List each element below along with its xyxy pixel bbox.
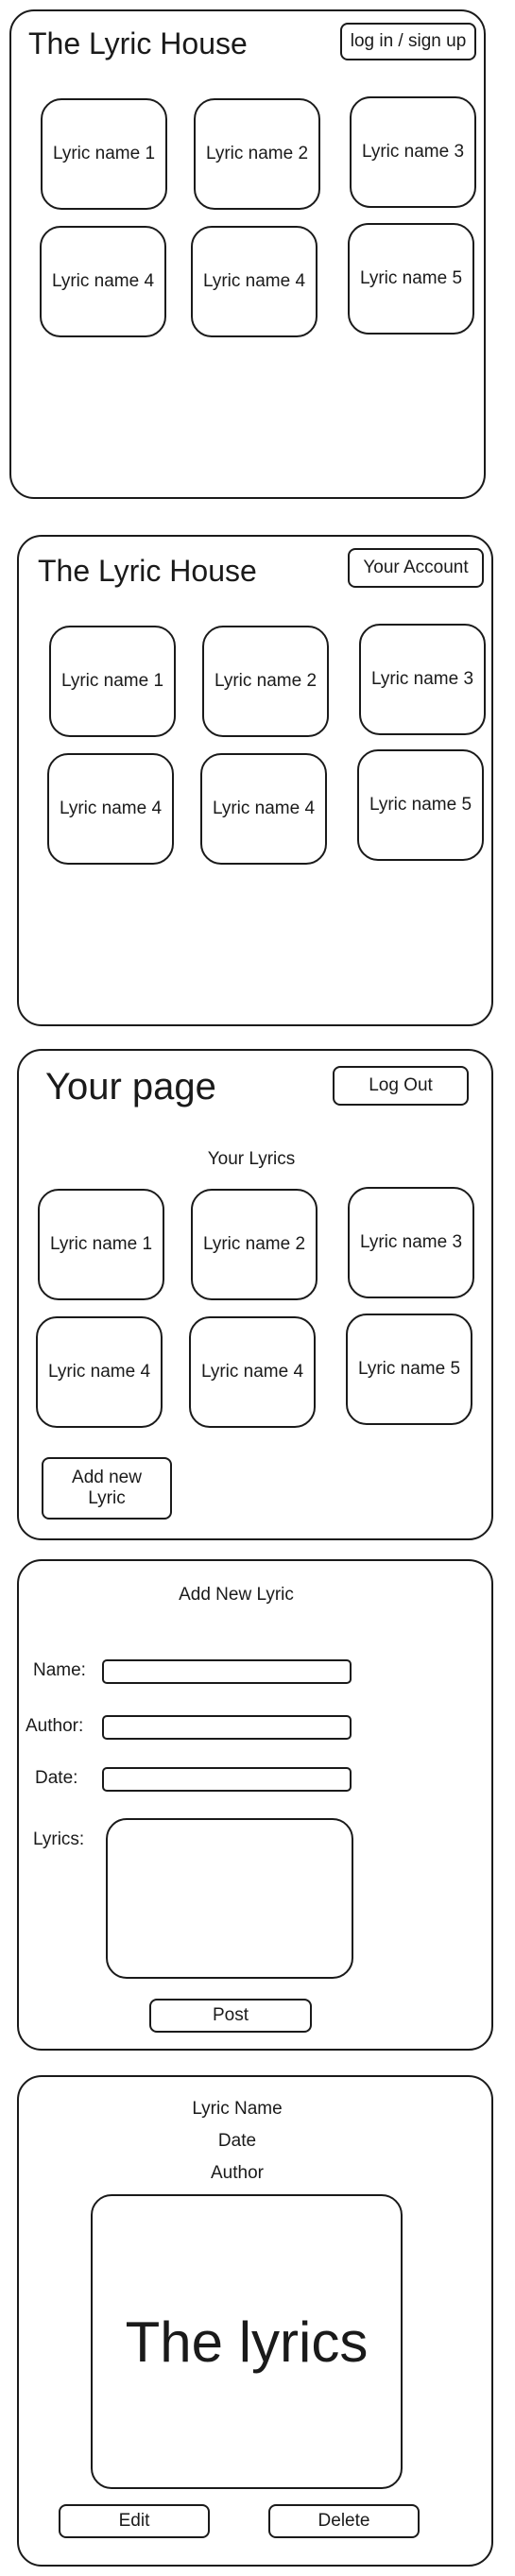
post-button[interactable]: Post xyxy=(149,1999,312,2033)
logout-button[interactable]: Log Out xyxy=(333,1066,469,1106)
date-label: Date: xyxy=(35,1768,78,1788)
lyric-card[interactable]: Lyric name 2 xyxy=(194,98,320,210)
lyrics-text: The lyrics xyxy=(125,2310,369,2374)
site-title: The Lyric House xyxy=(28,26,248,60)
lyric-card[interactable]: Lyric name 2 xyxy=(191,1189,318,1300)
site-title: The Lyric House xyxy=(38,554,257,588)
section-label: Your Lyrics xyxy=(207,1149,296,1169)
lyric-card[interactable]: Lyric name 4 xyxy=(36,1316,163,1428)
lyrics-display: The lyrics xyxy=(91,2194,403,2489)
date-field[interactable] xyxy=(102,1767,352,1792)
login-signup-button[interactable]: log in / sign up xyxy=(340,23,476,60)
lyric-card[interactable]: Lyric name 1 xyxy=(41,98,167,210)
lyric-card[interactable]: Lyric name 1 xyxy=(49,626,176,737)
lyric-card[interactable]: Lyric name 5 xyxy=(357,749,484,861)
author-field[interactable] xyxy=(102,1715,352,1740)
lyric-card[interactable]: Lyric name 4 xyxy=(40,226,166,337)
name-field[interactable] xyxy=(102,1659,352,1684)
lyric-card[interactable]: Lyric name 3 xyxy=(348,1187,474,1298)
lyric-card[interactable]: Lyric name 5 xyxy=(346,1314,472,1425)
author-label: Author: xyxy=(26,1716,84,1736)
lyric-card[interactable]: Lyric name 3 xyxy=(350,96,476,208)
lyric-card[interactable]: Lyric name 4 xyxy=(200,753,327,865)
page-title: Your page xyxy=(45,1066,216,1108)
lyric-name: Lyric Name xyxy=(192,2099,283,2119)
add-new-lyric-button[interactable]: Add new Lyric xyxy=(42,1457,172,1520)
lyric-card[interactable]: Lyric name 1 xyxy=(38,1189,164,1300)
form-title: Add New Lyric xyxy=(179,1585,294,1605)
your-account-button[interactable]: Your Account xyxy=(348,548,484,588)
lyric-card[interactable]: Lyric name 4 xyxy=(189,1316,316,1428)
lyric-card[interactable]: Lyric name 4 xyxy=(191,226,318,337)
edit-button[interactable]: Edit xyxy=(59,2504,210,2538)
lyric-card[interactable]: Lyric name 5 xyxy=(348,223,474,335)
lyrics-label: Lyrics: xyxy=(33,1829,85,1849)
delete-button[interactable]: Delete xyxy=(268,2504,420,2538)
lyric-card[interactable]: Lyric name 2 xyxy=(202,626,329,737)
lyric-author: Author xyxy=(211,2163,264,2183)
lyric-card[interactable]: Lyric name 3 xyxy=(359,624,486,735)
lyric-card[interactable]: Lyric name 4 xyxy=(47,753,174,865)
lyrics-textarea[interactable] xyxy=(106,1818,353,1979)
name-label: Name: xyxy=(33,1660,86,1680)
lyric-date: Date xyxy=(217,2131,257,2151)
